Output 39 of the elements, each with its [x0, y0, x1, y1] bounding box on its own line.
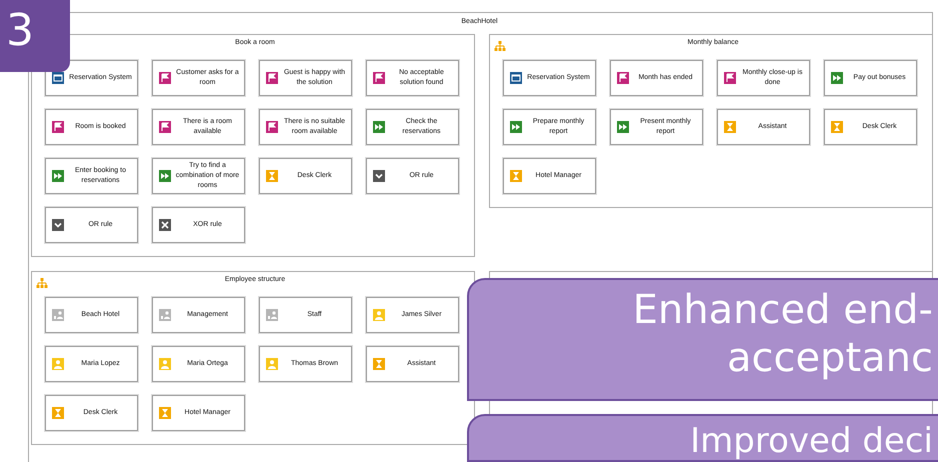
window-icon — [510, 72, 522, 84]
chevron-down-icon — [373, 170, 385, 182]
callout-text: acceptanc — [726, 334, 933, 382]
hourglass-icon — [831, 121, 843, 133]
flag-icon — [724, 72, 736, 84]
fast-forward-icon — [831, 72, 843, 84]
people-icon — [159, 309, 171, 321]
person-icon — [266, 358, 278, 370]
hourglass-icon — [510, 170, 522, 182]
fast-forward-icon — [159, 170, 171, 182]
flag-icon — [373, 72, 385, 84]
chevron-down-icon — [52, 219, 64, 231]
fast-forward-icon — [52, 170, 64, 182]
hourglass-icon — [373, 358, 385, 370]
hourglass-icon — [52, 407, 64, 419]
slide-number: 3 — [0, 0, 70, 72]
fast-forward-icon — [617, 121, 629, 133]
flag-icon — [159, 72, 171, 84]
hourglass-icon — [266, 170, 278, 182]
person-icon — [159, 358, 171, 370]
flag-icon — [266, 121, 278, 133]
flag-icon — [159, 121, 171, 133]
person-icon — [52, 358, 64, 370]
org-chart-icon — [494, 41, 506, 51]
org-chart-icon — [36, 278, 48, 288]
people-icon — [52, 309, 64, 321]
person-icon — [373, 309, 385, 321]
flag-icon — [266, 72, 278, 84]
people-icon — [266, 309, 278, 321]
window-icon — [52, 72, 64, 84]
hourglass-icon — [724, 121, 736, 133]
callout-text: Enhanced end- — [632, 286, 933, 334]
hourglass-icon — [159, 407, 171, 419]
callout-text: Improved deci — [690, 422, 933, 460]
x-icon — [159, 219, 171, 231]
flag-icon — [52, 121, 64, 133]
fast-forward-icon — [373, 121, 385, 133]
fast-forward-icon — [510, 121, 522, 133]
flag-icon — [617, 72, 629, 84]
